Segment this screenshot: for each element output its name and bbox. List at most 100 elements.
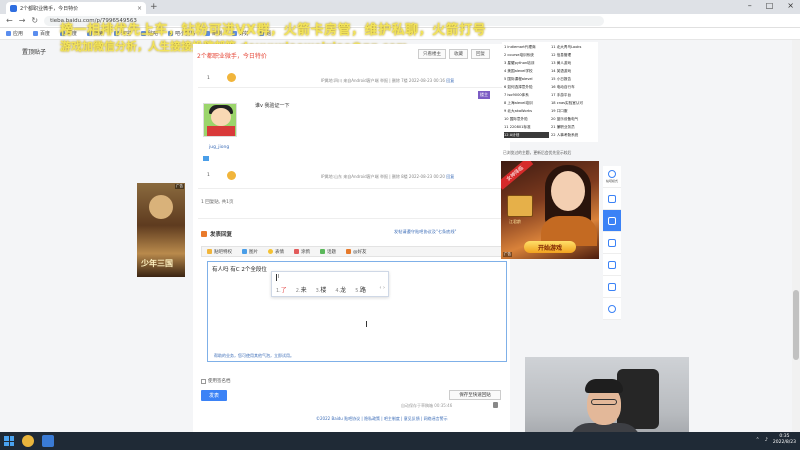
sidebar-note: 已浏览过的主题，更新后会优先显示较后: [503, 150, 572, 155]
list-item[interactable]: 2 course培训系统: [504, 52, 549, 58]
maximize-icon[interactable]: □: [766, 1, 774, 10]
speaker-icon[interactable]: ♪: [765, 437, 768, 443]
list-item[interactable]: 19 口口服: [551, 108, 596, 114]
streamer-hair: [585, 379, 623, 393]
list-item[interactable]: 14 英语游戏: [551, 68, 596, 74]
minimize-icon[interactable]: –: [748, 1, 752, 10]
list-item[interactable]: 20 蓝乐设备电气: [551, 116, 596, 122]
left-game-ad[interactable]: 广告 少年三国: [137, 183, 185, 277]
ad-tag: 广告: [503, 252, 512, 257]
rail-doc[interactable]: [603, 188, 621, 210]
browser-tab[interactable]: 2个都职业微手，今日特价 ×: [6, 2, 146, 14]
reply-top-button[interactable]: 回复: [471, 49, 490, 59]
clock[interactable]: 0:35 2022/8/23: [773, 434, 796, 446]
toolbar-image[interactable]: 图片: [242, 249, 258, 255]
op-tag: 楼主: [478, 91, 490, 99]
start-icon[interactable]: [4, 436, 14, 446]
ime-candidate[interactable]: 5.路: [355, 285, 366, 294]
ime-candidate[interactable]: 1.了: [276, 285, 287, 294]
ime-candidate[interactable]: 3.楼: [316, 285, 327, 294]
signature-checkbox[interactable]: 使用签名档: [201, 378, 231, 384]
save-quick-reply-button[interactable]: 保存至快速回贴: [449, 390, 501, 400]
post-meta: IP属地:四川 来自Android客户端 举报 | 删除 7楼 2022-08-…: [321, 78, 455, 83]
toolbar-doodle[interactable]: 涂鸦: [294, 249, 310, 255]
list-item[interactable]: 16 电动自行车: [551, 84, 596, 90]
list-item[interactable]: 8 上海alevel培训: [504, 100, 549, 106]
avatar[interactable]: [203, 103, 237, 137]
list-item[interactable]: 17 手游平台: [551, 92, 596, 98]
game-logo: 少年三国: [141, 258, 173, 268]
toolbar-topic[interactable]: 话题: [320, 249, 336, 255]
scrollbar-thumb[interactable]: [793, 290, 799, 360]
forward-icon[interactable]: →: [19, 16, 26, 25]
post-reply-link[interactable]: 回复: [446, 174, 454, 179]
post-reply-link[interactable]: 回复: [446, 78, 454, 83]
close-window-icon[interactable]: ×: [787, 1, 794, 10]
rail-like[interactable]: [603, 298, 621, 320]
rail-message[interactable]: [603, 210, 621, 232]
chrome-icon[interactable]: [22, 435, 34, 447]
list-item[interactable]: 1 indiemart代理商: [504, 44, 549, 50]
username-link[interactable]: jug_jiong: [209, 145, 229, 150]
close-tab-icon[interactable]: ×: [137, 5, 142, 12]
back-icon[interactable]: ←: [6, 16, 13, 25]
thread-main: [193, 44, 510, 432]
list-item[interactable]: 18 cnas实验室认可: [551, 100, 596, 106]
list-item[interactable]: 13 黄人游戏: [551, 60, 596, 66]
ime-candidates: 1.了 2.来 3.楼 4.龙 5.路: [276, 285, 366, 294]
start-game-button[interactable]: 开始游戏: [524, 241, 576, 253]
favorite-button[interactable]: 收藏: [449, 49, 468, 59]
ime-page-arrows[interactable]: ‹ ›: [379, 285, 385, 291]
checkbox-icon: [201, 378, 206, 384]
system-tray: ⌃ ♪ 0:35 2022/8/23: [756, 434, 796, 446]
list-item[interactable]: 22 人事考勤系统: [551, 132, 596, 138]
new-tab-button[interactable]: +: [150, 2, 158, 12]
pagination-info: 1 回复贴, 共1页: [201, 200, 234, 205]
tieba-favicon-icon: [10, 4, 17, 12]
list-item[interactable]: 9 北大akaWorks: [504, 108, 549, 114]
only-op-button[interactable]: 只看楼主: [418, 49, 446, 59]
right-game-ad[interactable]: 女神降临 江君龄 开始游戏 广告: [501, 161, 599, 259]
editor-toolbar: 贴吧特权 图片 表情 涂鸦 话题 @好友: [201, 246, 507, 257]
list-item[interactable]: 21 兼职业务员: [551, 124, 596, 130]
app-icon[interactable]: [42, 435, 54, 447]
window-controls: – □ ×: [748, 1, 794, 10]
reply-icon: [201, 231, 207, 237]
toolbar-mention[interactable]: @好友: [346, 249, 367, 255]
page-footer: ©2022 Baidu 贴吧协议 | 隐私政策 | 吧主制度 | 意见反馈 | …: [316, 416, 448, 421]
reload-icon[interactable]: ↻: [31, 16, 38, 25]
send-button[interactable]: 发表: [201, 390, 227, 401]
list-item[interactable]: 6 如何选择意外险: [504, 84, 549, 90]
trash-icon[interactable]: [493, 402, 498, 408]
list-item[interactable]: 7 iso9000体系: [504, 92, 549, 98]
list-item[interactable]: 12 A计划: [504, 132, 549, 139]
list-item[interactable]: 15 小日报告: [551, 76, 596, 82]
crown-icon: [207, 249, 212, 254]
rail-share[interactable]: [603, 276, 621, 298]
chat-icon: [608, 260, 616, 269]
rail-chat[interactable]: [603, 254, 621, 276]
ad-face: [551, 171, 585, 211]
list-item[interactable]: 5 国际课程alevel: [504, 76, 549, 82]
bookmark-item[interactable]: 应用: [6, 30, 23, 37]
list-item[interactable]: 4 美国alevel学校: [504, 68, 549, 74]
ime-candidate-window: l 1.了 2.来 3.楼 4.龙 5.路 ‹ ›: [271, 271, 389, 297]
ime-candidate[interactable]: 4.龙: [335, 285, 346, 294]
page-scrollbar[interactable]: [792, 40, 800, 432]
rail-gift[interactable]: [603, 232, 621, 254]
section-divider: [198, 218, 508, 219]
bookmark-item[interactable]: 百度: [33, 30, 50, 37]
list-item[interactable]: 11 220801标准: [504, 124, 549, 130]
toolbar-emoji[interactable]: 表情: [268, 249, 284, 255]
toolbar-privilege[interactable]: 贴吧特权: [207, 249, 232, 255]
list-item[interactable]: 10 国际意外险: [504, 116, 549, 122]
list-item[interactable]: 11 北大青鸟Looks: [551, 44, 596, 50]
tray-up-icon[interactable]: ⌃: [756, 437, 760, 443]
ime-candidate[interactable]: 2.来: [296, 285, 307, 294]
member-badge-icon: [203, 156, 209, 161]
draft-note: 自动保存于草稿箱 00:35:46: [401, 403, 453, 408]
post-meta: IP属地:山东 来自Android客户端 举报 | 删除 8楼 2022-08-…: [321, 174, 455, 179]
rail-mode[interactable]: 帖吧模式: [603, 166, 621, 188]
list-item[interactable]: 3 星耀python培训: [504, 60, 549, 66]
list-item[interactable]: 12 信息管理: [551, 52, 596, 58]
